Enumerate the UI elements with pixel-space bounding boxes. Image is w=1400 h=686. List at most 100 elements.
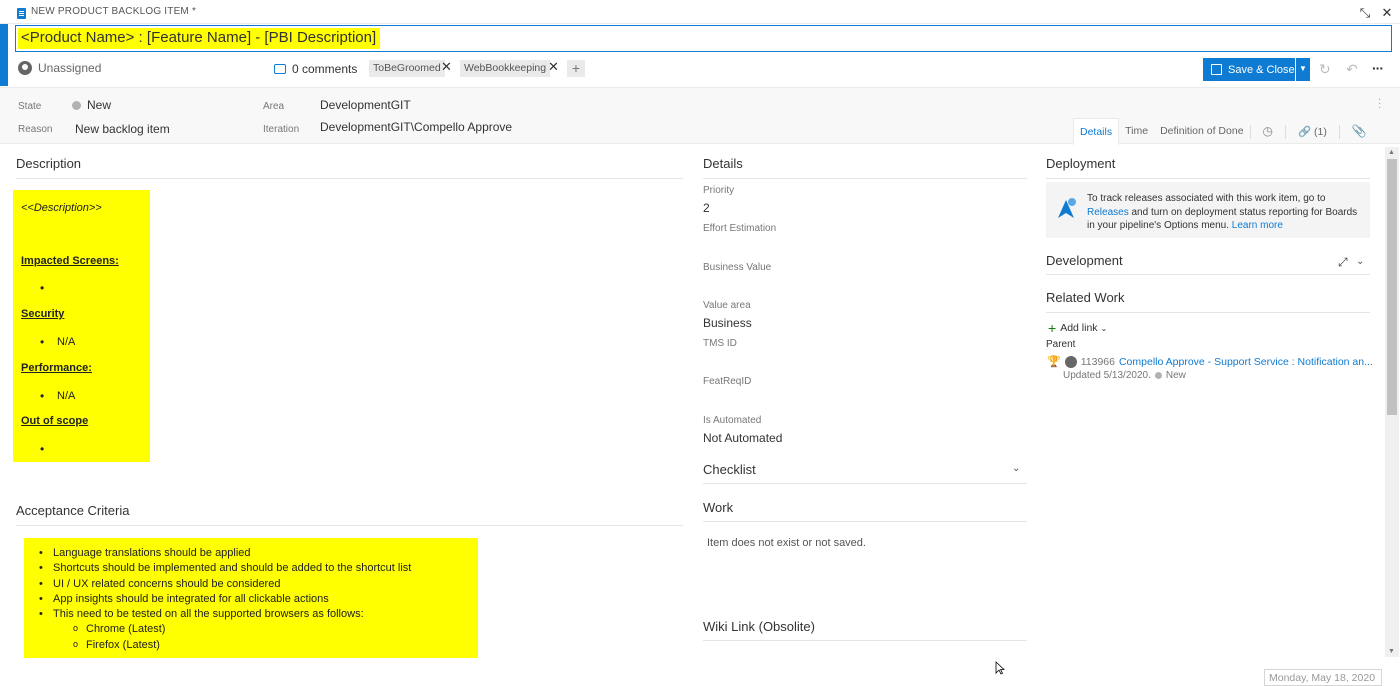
performance-heading: Performance: <box>21 362 92 374</box>
parent-title-link[interactable]: Compello Approve - Support Service : Not… <box>1119 356 1373 368</box>
state-indicator <box>72 101 81 110</box>
deployment-info: To track releases associated with this w… <box>1046 182 1370 238</box>
checklist-heading[interactable]: Checklist <box>703 462 756 477</box>
more-actions-icon[interactable]: ··· <box>1372 60 1384 76</box>
tab-definition-of-done[interactable]: Definition of Done <box>1154 118 1249 145</box>
state-indicator <box>1154 372 1162 379</box>
effort-label: Effort Estimation <box>703 223 777 234</box>
links-count: (1) <box>1314 126 1327 138</box>
rocket-icon <box>1058 198 1076 218</box>
parent-link-row[interactable]: 🏆 113966 Compello Approve - Support Serv… <box>1047 355 1373 368</box>
window-titlebar: NEW PRODUCT BACKLOG ITEM * ⤡ ✕ <box>0 0 1400 24</box>
remove-tag-icon[interactable]: ✕ <box>548 59 559 75</box>
value-area-field[interactable]: Business <box>703 316 752 330</box>
plus-icon: + <box>1048 320 1057 336</box>
priority-label: Priority <box>703 185 735 196</box>
comments-count: 0 comments <box>292 62 358 76</box>
save-label: Save & Close <box>1228 63 1295 76</box>
attachment-icon[interactable]: 📎 <box>1340 118 1379 145</box>
divider <box>703 640 1027 641</box>
iteration-label: Iteration <box>263 124 300 135</box>
security-heading: Security <box>21 308 65 320</box>
tag[interactable]: ToBeGroomed <box>369 60 445 77</box>
collapse-icon[interactable]: ⤡ <box>1358 6 1372 20</box>
window-title: NEW PRODUCT BACKLOG ITEM * <box>31 6 197 17</box>
comments-link[interactable]: 0 comments <box>274 62 357 76</box>
backlog-item-icon <box>17 8 26 19</box>
add-link-button[interactable]: + Add link ⌄ <box>1048 320 1107 336</box>
parent-meta: Updated 5/13/2020. New <box>1063 370 1186 381</box>
vertical-scrollbar[interactable]: ▲ ▼ <box>1385 147 1399 657</box>
work-item-tabs: Details Time Definition of Done ◷ 🔗 (1) … <box>1073 118 1379 145</box>
learn-more-link[interactable]: Learn more <box>1232 220 1283 231</box>
trophy-icon: 🏆 <box>1047 356 1061 368</box>
avatar <box>18 61 32 75</box>
title-text: <Product Name> : [Feature Name] - [PBI D… <box>18 28 381 49</box>
save-close-button[interactable]: Save & Close <box>1203 58 1295 81</box>
title-input[interactable]: <Product Name> : [Feature Name] - [PBI D… <box>15 25 1392 52</box>
avatar <box>1064 355 1077 368</box>
state-label: State <box>18 101 42 112</box>
sub-list-item: Firefox (Latest) <box>36 637 478 653</box>
work-status-text: Item does not exist or not saved. <box>707 537 866 549</box>
featreqid-label: FeatReqID <box>703 376 752 387</box>
header-more-icon[interactable]: · · · <box>1378 95 1381 113</box>
description-heading: Description <box>16 156 82 171</box>
tab-time[interactable]: Time <box>1119 118 1154 145</box>
impacted-screens-heading: Impacted Screens: <box>21 255 119 267</box>
description-placeholder: <<Description>> <box>21 202 102 214</box>
list-item <box>40 281 57 295</box>
tab-links[interactable]: 🔗 (1) <box>1286 118 1339 145</box>
save-icon <box>1211 64 1222 75</box>
list-item: App insights should be integrated for al… <box>36 592 478 608</box>
save-dropdown-button[interactable]: ▼ <box>1296 58 1310 81</box>
releases-link[interactable]: Releases <box>1087 207 1129 218</box>
details-heading: Details <box>703 156 743 171</box>
work-item-toolbar: Unassigned 0 comments ToBeGroomed ✕ WebB… <box>0 55 1400 85</box>
iteration-field[interactable]: DevelopmentGIT\Compello Approve <box>320 120 512 134</box>
is-automated-field[interactable]: Not Automated <box>703 431 782 445</box>
development-heading: Development <box>1046 253 1123 268</box>
acceptance-heading: Acceptance Criteria <box>16 503 130 518</box>
date-display: Monday, May 18, 2020 <box>1264 669 1382 686</box>
refresh-icon[interactable]: ↻ <box>1319 61 1331 78</box>
divider <box>703 178 1027 179</box>
undo-icon[interactable]: ↶ <box>1346 61 1358 78</box>
tms-id-label: TMS ID <box>703 338 737 349</box>
area-field[interactable]: DevelopmentGIT <box>320 98 411 112</box>
priority-field[interactable]: 2 <box>703 201 710 215</box>
tag[interactable]: WebBookkeeping <box>460 60 551 77</box>
out-of-scope-heading: Out of scope <box>21 415 89 427</box>
chevron-down-icon[interactable]: ⌄ <box>1012 463 1020 474</box>
add-tag-button[interactable]: + <box>567 60 585 77</box>
reason-field[interactable]: New backlog item <box>75 122 170 136</box>
is-automated-label: Is Automated <box>703 415 762 426</box>
wiki-link-heading: Wiki Link (Obsolite) <box>703 619 815 634</box>
related-work-heading: Related Work <box>1046 290 1125 305</box>
divider <box>1046 178 1370 179</box>
work-heading: Work <box>703 500 734 515</box>
remove-tag-icon[interactable]: ✕ <box>441 59 452 75</box>
expand-icon[interactable]: ⤢ <box>1338 255 1348 270</box>
divider <box>703 483 1027 484</box>
chevron-down-icon: ⌄ <box>1100 323 1108 333</box>
list-item: UI / UX related concerns should be consi… <box>36 577 478 593</box>
tab-details[interactable]: Details <box>1073 118 1120 145</box>
description-editor[interactable]: <<Description>> Impacted Screens: Securi… <box>13 190 150 462</box>
list-item: N/A <box>40 335 75 349</box>
close-icon[interactable]: ✕ <box>1380 6 1394 20</box>
scroll-down-icon[interactable]: ▼ <box>1388 648 1395 655</box>
history-icon[interactable]: ◷ <box>1251 118 1285 145</box>
list-item: Language translations should be applied <box>36 546 478 562</box>
scroll-up-icon[interactable]: ▲ <box>1388 149 1395 156</box>
parent-id: 113966 <box>1080 355 1115 368</box>
divider <box>1046 274 1370 275</box>
mouse-cursor-icon <box>995 661 1005 675</box>
chevron-down-icon[interactable]: ⌄ <box>1356 256 1364 267</box>
state-field[interactable]: New <box>87 98 111 112</box>
assignee-label: Unassigned <box>38 61 102 75</box>
scrollbar-thumb[interactable] <box>1387 159 1397 415</box>
link-icon: 🔗 <box>1298 126 1312 138</box>
assignee-picker[interactable]: Unassigned <box>18 61 101 75</box>
acceptance-editor[interactable]: Language translations should be applied … <box>24 538 478 658</box>
